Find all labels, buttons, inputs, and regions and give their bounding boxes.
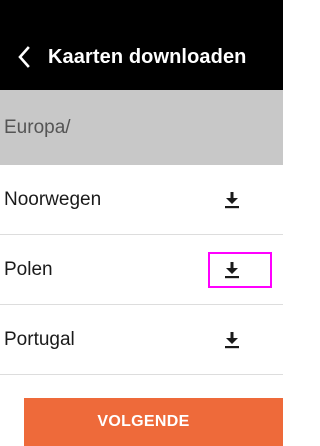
breadcrumb-bar: Europa/ [0,90,283,165]
status-bar [0,0,283,24]
download-icon [225,331,239,348]
back-button[interactable] [0,24,48,90]
country-list: Noorwegen Polen Portugal [0,165,283,375]
download-button-portugal[interactable] [208,322,272,358]
list-item-noorwegen[interactable]: Noorwegen [0,165,283,235]
app-screen: Kaarten downloaden Europa/ Noorwegen Pol… [0,0,283,446]
download-icon [225,261,239,278]
next-button[interactable]: VOLGENDE [24,398,283,446]
list-item-portugal[interactable]: Portugal [0,305,283,375]
country-label: Noorwegen [4,188,102,210]
download-button-noorwegen[interactable] [208,182,272,218]
country-label: Portugal [4,328,75,350]
list-item-polen[interactable]: Polen [0,235,283,305]
chevron-left-icon [18,46,30,68]
download-button-polen[interactable] [208,251,272,288]
download-icon [225,191,239,208]
next-button-label: VOLGENDE [97,413,190,430]
country-label: Polen [4,258,53,280]
breadcrumb: Europa/ [4,116,71,138]
app-header: Kaarten downloaden [0,24,283,90]
page-title: Kaarten downloaden [48,45,247,68]
